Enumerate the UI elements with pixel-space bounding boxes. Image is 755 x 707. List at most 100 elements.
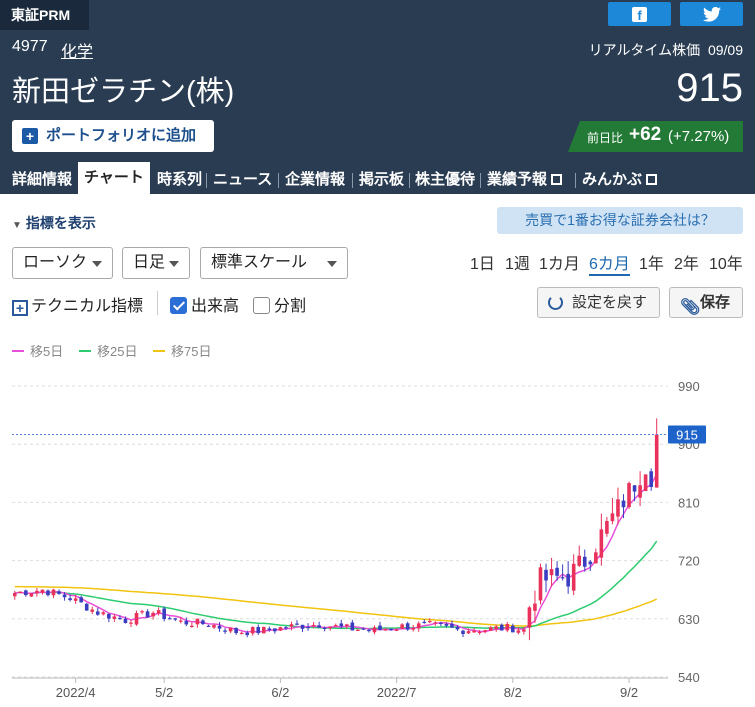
- x-tick-label: 8/2: [504, 685, 522, 700]
- legend-swatch: [79, 350, 91, 352]
- period-1d[interactable]: 1日: [470, 250, 495, 276]
- candle: [621, 500, 626, 508]
- candle: [560, 577, 565, 579]
- candle: [140, 611, 144, 613]
- candle: [333, 625, 338, 627]
- candle: [616, 499, 620, 517]
- chart-type-select[interactable]: ローソク: [12, 247, 113, 279]
- ma-line-25: [14, 540, 658, 630]
- stock-name: 新田ゼラチン(株): [12, 76, 235, 108]
- candle: [184, 621, 189, 625]
- candle: [239, 632, 244, 635]
- candle: [289, 624, 294, 627]
- candle: [129, 622, 133, 624]
- tab-news[interactable]: ニュース: [213, 166, 272, 194]
- triangle-down-icon: ▼: [12, 220, 22, 231]
- candle: [68, 598, 72, 601]
- show-indicators-toggle[interactable]: ▼ 指標を表示: [12, 213, 96, 233]
- legend-ma75: 移75日: [153, 341, 211, 360]
- external-link-icon: [646, 174, 658, 185]
- candle: [433, 622, 438, 624]
- twitter-share-button[interactable]: [680, 2, 743, 26]
- candle: [51, 589, 56, 596]
- interval-select[interactable]: 日足: [122, 247, 190, 279]
- tab-company[interactable]: 企業情報: [285, 166, 345, 194]
- candle: [212, 625, 216, 628]
- period-10y[interactable]: 10年: [709, 250, 743, 276]
- price-chart[interactable]: 9909008107206305402022/4 5/2 6/2 2022/7 8/2 9…: [0, 370, 755, 707]
- ma-line-75: [14, 585, 658, 627]
- candle: [118, 617, 122, 620]
- candle: [511, 625, 515, 633]
- candle: [62, 594, 67, 598]
- chevron-down-icon: [92, 261, 102, 267]
- volume-checkbox[interactable]: 出来高: [170, 292, 239, 316]
- tab-benefits[interactable]: 株主優待: [415, 166, 475, 194]
- change-label: 前日比: [587, 131, 624, 145]
- candle: [18, 591, 23, 593]
- candle: [46, 590, 50, 596]
- plus-icon: +: [22, 128, 38, 144]
- divider: [157, 291, 158, 315]
- tab-separator: [206, 173, 207, 188]
- candle: [649, 471, 653, 487]
- tab-board[interactable]: 掲示板: [359, 166, 404, 194]
- tab-details[interactable]: 詳細情報: [12, 166, 72, 194]
- candle: [654, 434, 659, 488]
- candle: [577, 555, 582, 566]
- period-1y[interactable]: 1年: [639, 250, 664, 276]
- add-portfolio-button[interactable]: + ポートフォリオに追加: [12, 120, 214, 152]
- split-checkbox[interactable]: 分割: [253, 292, 306, 316]
- technical-indicator-button[interactable]: + テクニカル指標: [12, 292, 143, 316]
- broker-link-button[interactable]: 売買で1番お得な証券会社は？: [497, 207, 743, 234]
- ma-line-5: [14, 474, 658, 633]
- y-tick-label: 990: [678, 379, 700, 394]
- x-tick-label: 6/2: [271, 685, 289, 700]
- candle: [217, 625, 222, 629]
- scale-select[interactable]: 標準スケール: [200, 247, 348, 279]
- candle: [555, 567, 559, 576]
- tab-forecast[interactable]: 業績予報: [487, 166, 563, 194]
- stock-header: 東証PRM f 4977 化学 リアルタイム株価 09/09 新田ゼラチン(株)…: [0, 0, 755, 194]
- tab-separator: [409, 173, 410, 188]
- reset-settings-button[interactable]: 設定を戻す: [537, 287, 660, 318]
- market-badge: 東証PRM: [0, 0, 89, 30]
- candle: [439, 622, 443, 625]
- candle: [394, 629, 399, 631]
- candle: [538, 567, 543, 601]
- candle: [24, 590, 28, 596]
- candle: [162, 608, 166, 620]
- candle: [372, 627, 377, 633]
- tab-timeseries[interactable]: 時系列: [157, 166, 202, 194]
- candle: [178, 620, 183, 622]
- period-6m[interactable]: 6カ月: [589, 250, 630, 276]
- candle: [278, 627, 283, 631]
- candle: [261, 626, 266, 634]
- period-2y[interactable]: 2年: [674, 250, 699, 276]
- tab-separator: [278, 173, 279, 188]
- period-1w[interactable]: 1週: [505, 250, 530, 276]
- candle: [306, 627, 310, 629]
- candle: [378, 625, 382, 631]
- save-button[interactable]: 📎︎ 保存: [669, 287, 743, 318]
- candle: [411, 628, 416, 630]
- candle: [422, 621, 427, 624]
- candle: [505, 623, 510, 631]
- candle: [311, 624, 316, 627]
- candle: [84, 603, 89, 611]
- period-1m[interactable]: 1カ月: [539, 250, 580, 276]
- candle: [588, 561, 593, 565]
- facebook-icon: f: [632, 6, 647, 23]
- tab-chart[interactable]: チャート: [78, 162, 150, 194]
- y-tick-label: 720: [678, 554, 700, 569]
- tab-separator: [575, 173, 576, 188]
- candle: [610, 513, 615, 522]
- tab-separator: [352, 173, 353, 188]
- tab-minkabu[interactable]: みんかぶ: [582, 166, 658, 194]
- chevron-down-icon: [327, 261, 337, 267]
- industry-link[interactable]: 化学: [61, 38, 93, 62]
- candle: [317, 625, 321, 628]
- y-tick-label: 540: [678, 670, 700, 685]
- facebook-share-button[interactable]: f: [608, 2, 671, 26]
- legend-ma5: 移5日: [12, 341, 63, 360]
